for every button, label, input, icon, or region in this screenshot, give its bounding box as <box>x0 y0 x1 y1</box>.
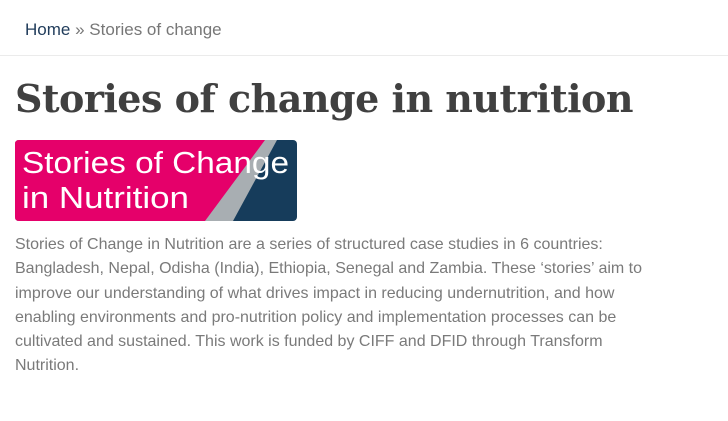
breadcrumb-home-link[interactable]: Home <box>25 20 70 39</box>
breadcrumb: Home » Stories of change <box>25 20 222 40</box>
description-line: improve our understanding of what drives… <box>15 284 615 302</box>
page-title: Stories of change in nutrition <box>15 76 634 121</box>
banner-image: Stories of Change in Nutrition <box>15 140 297 221</box>
banner-title-line1: Stories of Change <box>22 145 289 180</box>
description-paragraph: Stories of Change in Nutrition are a ser… <box>15 233 715 379</box>
banner-title-line2: in Nutrition <box>22 180 189 215</box>
description-line: Bangladesh, Nepal, Odisha (India), Ethio… <box>15 260 643 278</box>
description-line: Stories of Change in Nutrition are a ser… <box>15 236 603 253</box>
description-line: Nutrition. <box>15 357 80 375</box>
stories-of-change-banner: Stories of Change in Nutrition <box>15 140 297 221</box>
description-line: enabling environments and pro-nutrition … <box>15 308 617 326</box>
breadcrumb-current: Stories of change <box>89 20 222 39</box>
breadcrumb-separator: » <box>75 20 85 39</box>
breadcrumb-bar: Home » Stories of change <box>0 0 728 56</box>
description-line: cultivated and sustained. This work is f… <box>15 333 603 351</box>
